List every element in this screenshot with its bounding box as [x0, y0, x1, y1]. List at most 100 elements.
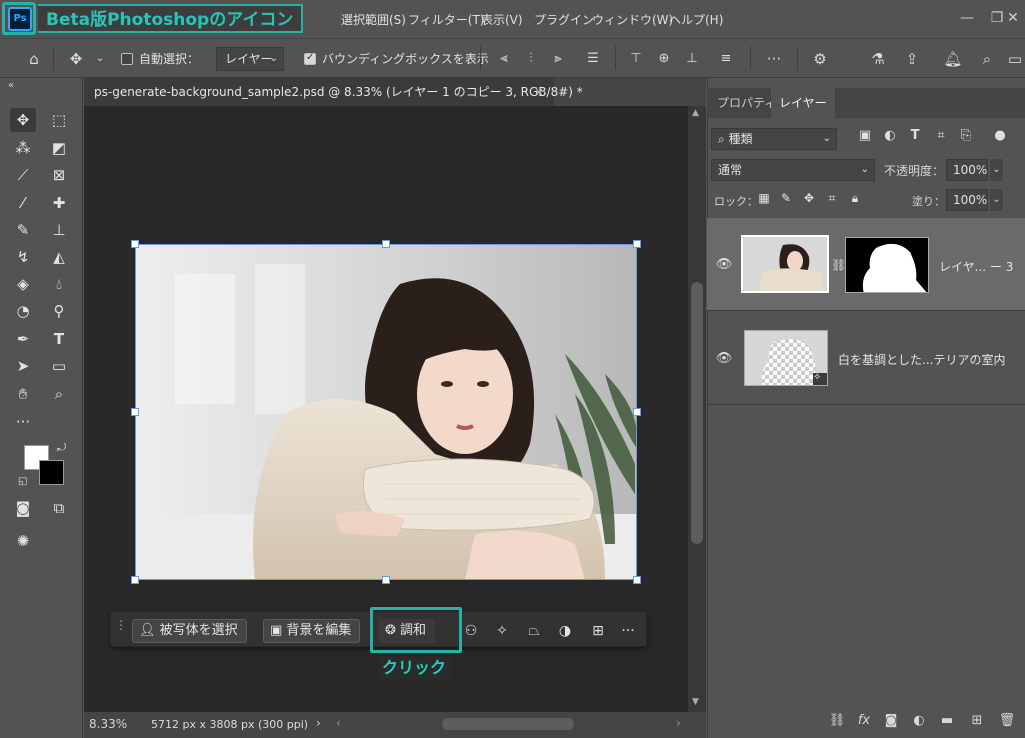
trash-icon[interactable]: 🗑︎	[996, 713, 1018, 728]
link-layers-icon[interactable]: ⛓	[826, 713, 848, 728]
filter-shape-icon[interactable]: ⌗	[931, 128, 951, 143]
menu-filter[interactable]: フィルター(T)	[408, 11, 484, 28]
chevron-down-icon[interactable]: ⌄	[990, 159, 1003, 181]
drag-handle-icon[interactable]: ⋮	[115, 618, 127, 632]
filter-smart-object-icon[interactable]: ⎘	[956, 128, 976, 143]
lock-position-icon[interactable]: ✥	[800, 191, 818, 205]
object-select-tool-icon[interactable]: ⁂	[10, 136, 36, 160]
lock-transparent-icon[interactable]: ▦	[755, 191, 773, 205]
quick-select-tool-icon[interactable]: ◩	[46, 136, 72, 160]
select-subject-button[interactable]: 👤︎ 被写体を選択	[132, 619, 247, 643]
menu-plugins[interactable]: プラグイン	[534, 11, 594, 28]
transform-handle[interactable]	[382, 240, 390, 248]
chevron-down-icon[interactable]: ⌄	[990, 189, 1003, 211]
marquee-tool-icon[interactable]: ⬚	[46, 108, 72, 132]
edit-toolbar-icon[interactable]: ···	[10, 410, 36, 434]
tab-layers[interactable]: レイヤー	[771, 88, 835, 118]
bounding-box[interactable]	[135, 244, 637, 580]
layer-name[interactable]: 白を基調とした...テリアの室内	[838, 351, 1005, 368]
move-tool-preset-icon[interactable]: ✥	[66, 49, 86, 69]
new-layer-icon[interactable]: ⊞	[966, 713, 988, 728]
bell-icon[interactable]: 🔔︎	[943, 49, 963, 69]
distribute-vertical-icon[interactable]: ≡	[716, 49, 736, 69]
vertical-scroll-thumb[interactable]	[691, 282, 703, 544]
link-icon[interactable]: ⛓	[831, 258, 846, 272]
chevron-down-icon[interactable]: ⌄	[90, 49, 110, 69]
lock-pixels-icon[interactable]: ✎	[777, 191, 795, 205]
default-colors-icon[interactable]: ◱	[18, 476, 27, 487]
menu-help[interactable]: ヘルプ(H)	[669, 11, 723, 28]
eraser-tool-icon[interactable]: ◭	[46, 245, 72, 269]
path-select-tool-icon[interactable]: ➤	[10, 354, 36, 378]
background-color-swatch[interactable]	[39, 460, 64, 485]
layer-thumbnail[interactable]	[741, 235, 829, 293]
stamp-tool-icon[interactable]: ⊥	[46, 218, 72, 242]
close-button[interactable]: ✕	[1003, 6, 1023, 30]
flask-icon[interactable]: ⚗	[868, 49, 888, 69]
transform-handle[interactable]	[131, 240, 139, 248]
transform-handle[interactable]	[131, 408, 139, 416]
fill-input[interactable]: 100%	[946, 189, 988, 211]
magic-wand-icon[interactable]: ✧	[490, 619, 514, 643]
menu-window[interactable]: ウィンドウ(W)	[592, 11, 673, 28]
layer-filter-dropdown[interactable]: ⌕ 種類 ⌄	[711, 128, 837, 150]
blend-mode-dropdown[interactable]: 通常 ⌄	[711, 159, 875, 181]
scroll-right-icon[interactable]: ›	[676, 716, 681, 730]
scroll-left-icon[interactable]: ‹	[336, 716, 341, 730]
share-icon[interactable]: ⇪	[902, 49, 922, 69]
adjustment-layer-icon[interactable]: ◐	[908, 713, 930, 728]
brush-tool-icon[interactable]: ✎	[10, 218, 36, 242]
zoom-level[interactable]: 8.33%	[89, 717, 127, 731]
new-group-icon[interactable]: ▬	[936, 713, 958, 728]
fx-icon[interactable]: fx	[853, 713, 875, 728]
hand-tool-icon[interactable]: ✋︎	[10, 382, 36, 406]
swap-colors-icon[interactable]: ⤾	[57, 441, 66, 455]
horizontal-scroll-thumb[interactable]	[442, 718, 574, 730]
opacity-input[interactable]: 100%	[946, 159, 988, 181]
minimize-button[interactable]: —	[952, 6, 982, 30]
quick-mask-icon[interactable]: ◙	[10, 496, 36, 520]
status-expand-icon[interactable]: ›	[316, 716, 321, 730]
transform-icon[interactable]: ⏢	[522, 619, 546, 643]
rectangle-tool-icon[interactable]: ▭	[46, 354, 72, 378]
dodge-tool-icon[interactable]: ◔	[10, 299, 36, 323]
adjust-icon[interactable]: ⚇	[459, 619, 483, 643]
scroll-down-icon[interactable]: ▼	[692, 697, 699, 707]
transform-handle[interactable]	[633, 408, 641, 416]
lock-all-icon[interactable]: 🔒︎	[846, 191, 864, 206]
auto-select-checkbox[interactable]	[121, 53, 133, 65]
collapse-panel-icon[interactable]: «	[8, 80, 14, 91]
move-tool-icon[interactable]: ✥	[10, 108, 36, 132]
type-tool-icon[interactable]: T	[46, 327, 72, 351]
filter-toggle-icon[interactable]: ●	[990, 128, 1010, 143]
align-top-icon[interactable]: ⊤	[626, 49, 646, 69]
eye-icon[interactable]: 👁︎	[714, 257, 734, 272]
contrast-icon[interactable]: ◑	[553, 619, 577, 643]
history-brush-tool-icon[interactable]: ↯	[10, 245, 36, 269]
transform-handle[interactable]	[382, 576, 390, 584]
distribute-icon[interactable]: ☰	[583, 49, 603, 69]
frame-tool-icon[interactable]: ⊠	[46, 163, 72, 187]
edit-background-button[interactable]: ▣ 背景を編集	[263, 619, 361, 643]
transform-handle[interactable]	[633, 576, 641, 584]
layer-mask-thumbnail[interactable]	[845, 237, 929, 293]
sponge-tool-icon[interactable]: ⚲	[46, 299, 72, 323]
home-icon[interactable]: ⌂	[24, 49, 44, 69]
eye-icon[interactable]: 👁︎	[714, 351, 734, 366]
crop-tool-icon[interactable]: ⟋	[10, 163, 36, 187]
eyedropper-tool-icon[interactable]: ⁄	[10, 191, 36, 215]
transform-handle[interactable]	[131, 576, 139, 584]
menu-view[interactable]: 表示(V)	[481, 11, 523, 28]
screen-mode-icon[interactable]: ⧉	[46, 496, 72, 520]
healing-brush-tool-icon[interactable]: ✚	[46, 191, 72, 215]
add-mask-icon[interactable]: ◙	[880, 713, 902, 728]
more-icon[interactable]: ···	[616, 619, 640, 643]
generative-add-icon[interactable]: ⊞	[586, 619, 610, 643]
scroll-up-icon[interactable]: ▲	[692, 108, 699, 118]
filter-adjustment-icon[interactable]: ◐	[880, 128, 900, 143]
align-middle-icon[interactable]: ⊕	[654, 49, 674, 69]
lock-artboard-icon[interactable]: ⌗	[823, 191, 841, 206]
pen-tool-icon[interactable]: ✒	[10, 327, 36, 351]
zoom-tool-icon[interactable]: ⌕	[46, 382, 72, 406]
document-tab[interactable]: ps-generate-background_sample2.psd @ 8.3…	[84, 78, 583, 106]
